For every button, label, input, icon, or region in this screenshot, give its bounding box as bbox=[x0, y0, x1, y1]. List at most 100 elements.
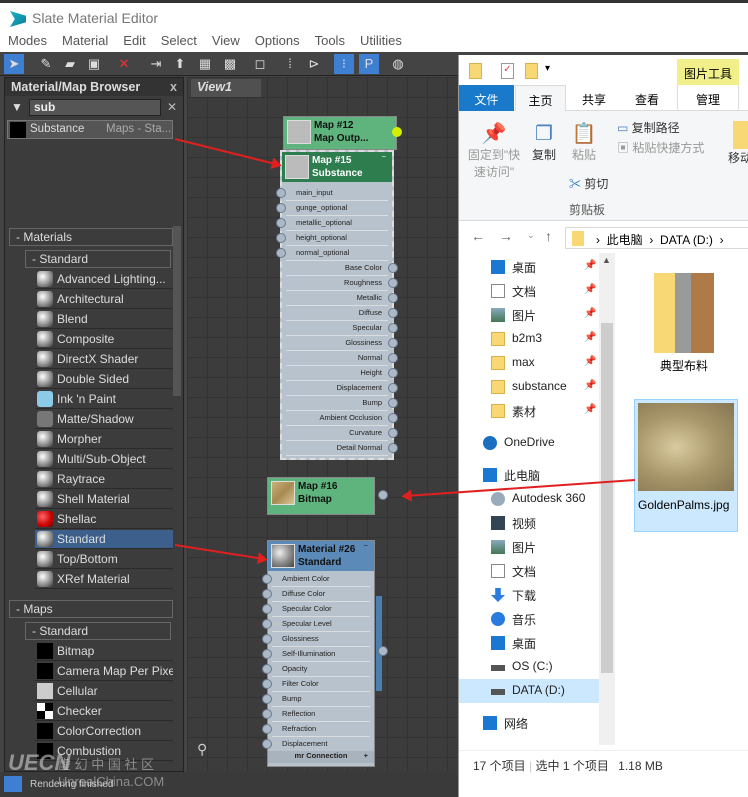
collapse-icon[interactable]: − bbox=[382, 152, 386, 161]
copy-button[interactable]: ❐ 复制 bbox=[527, 121, 561, 163]
materials-group[interactable]: - Materials bbox=[9, 228, 173, 246]
search-result-substance[interactable]: Substance Maps - Sta... bbox=[7, 120, 173, 139]
input-socket[interactable] bbox=[276, 233, 286, 243]
assign-to-selection-icon[interactable]: ▣ bbox=[84, 54, 104, 74]
material-item[interactable]: Composite bbox=[35, 330, 173, 349]
input-slot[interactable]: metallic_optional bbox=[276, 216, 388, 231]
menu-view[interactable]: View bbox=[204, 32, 247, 52]
show-map-icon[interactable]: ▦ bbox=[195, 54, 215, 74]
output-slot[interactable]: Metallic bbox=[286, 291, 398, 306]
folder-icon[interactable] bbox=[469, 63, 482, 79]
nav-item[interactable]: 视频 bbox=[459, 511, 599, 535]
material-item[interactable]: Matte/Shadow bbox=[35, 410, 173, 429]
nav-scroll-thumb[interactable] bbox=[601, 323, 613, 673]
paste-shortcut-button[interactable]: ▣ 粘贴快捷方式 bbox=[617, 139, 704, 156]
input-slot[interactable]: Displacement bbox=[262, 737, 370, 752]
material-item[interactable]: Multi/Sub-Object bbox=[35, 450, 173, 469]
input-slot[interactable]: Reflection bbox=[262, 707, 370, 722]
input-slot[interactable]: Specular Level bbox=[262, 617, 370, 632]
nav-item[interactable]: 下载 bbox=[459, 583, 599, 607]
collapse-icon[interactable]: − bbox=[364, 541, 368, 550]
map-item[interactable]: Cellular bbox=[35, 682, 173, 701]
nav-item[interactable]: DATA (D:) bbox=[459, 679, 599, 703]
tab-home[interactable]: 主页 bbox=[515, 85, 566, 112]
output-slot[interactable]: Roughness bbox=[286, 276, 398, 291]
nav-item[interactable]: 图片 bbox=[459, 535, 599, 559]
recent-dropdown-icon[interactable]: ⌄ bbox=[527, 230, 535, 241]
menu-options[interactable]: Options bbox=[247, 32, 307, 52]
menu-tools[interactable]: Tools bbox=[307, 32, 352, 52]
back-icon[interactable]: ← bbox=[471, 228, 485, 244]
tab-view[interactable]: 查看 bbox=[622, 85, 672, 111]
node26-output-socket[interactable] bbox=[378, 646, 388, 656]
material-item[interactable]: Advanced Lighting... bbox=[35, 270, 173, 289]
map-item[interactable]: Bitmap bbox=[35, 642, 173, 661]
copy-path-button[interactable]: ▭ 复制路径 bbox=[617, 119, 680, 136]
material-item[interactable]: Morpher bbox=[35, 430, 173, 449]
nav-item[interactable]: b2m3 📌 bbox=[459, 327, 599, 351]
tab-view1[interactable]: View1 bbox=[191, 79, 261, 97]
output-socket[interactable] bbox=[388, 443, 398, 453]
breadcrumb-data-d[interactable]: DATA (D:) bbox=[660, 233, 713, 247]
material-item[interactable]: Raytrace bbox=[35, 470, 173, 489]
input-socket[interactable] bbox=[262, 739, 272, 749]
nav-item[interactable]: 素材 📌 bbox=[459, 399, 599, 423]
output-socket[interactable] bbox=[388, 428, 398, 438]
input-socket[interactable] bbox=[262, 574, 272, 584]
input-socket[interactable] bbox=[276, 218, 286, 228]
material-item[interactable]: Blend bbox=[35, 310, 173, 329]
breadcrumb-this-pc[interactable]: 此电脑 bbox=[607, 233, 643, 247]
map-item[interactable]: Checker bbox=[35, 702, 173, 721]
scroll-up-icon[interactable]: ▲ bbox=[602, 255, 611, 265]
input-slot[interactable]: Ambient Color bbox=[262, 572, 370, 587]
clear-search-button[interactable]: ✕ bbox=[167, 100, 177, 114]
output-socket[interactable] bbox=[388, 338, 398, 348]
move-children-icon[interactable]: ⇥ bbox=[146, 54, 166, 74]
input-slot[interactable]: Opacity bbox=[262, 662, 370, 677]
nav-item[interactable]: substance 📌 bbox=[459, 375, 599, 399]
lay-out-all-icon[interactable]: ⁞ bbox=[280, 54, 300, 74]
address-bar[interactable]: › 此电脑 › DATA (D:) › bbox=[565, 227, 748, 249]
output-socket[interactable] bbox=[388, 353, 398, 363]
output-slot[interactable]: Ambient Occlusion bbox=[286, 411, 398, 426]
materials-standard-group[interactable]: - Standard bbox=[25, 250, 171, 268]
material-item[interactable]: Architectural bbox=[35, 290, 173, 309]
nav-item[interactable]: max 📌 bbox=[459, 351, 599, 375]
nav-item[interactable]: 图片 📌 bbox=[459, 303, 599, 327]
material-item[interactable]: Shellac bbox=[35, 510, 173, 529]
input-socket[interactable] bbox=[262, 679, 272, 689]
delete-icon[interactable]: ✕ bbox=[114, 54, 134, 74]
input-socket[interactable] bbox=[262, 649, 272, 659]
input-socket[interactable] bbox=[262, 724, 272, 734]
material-item[interactable]: Double Sided bbox=[35, 370, 173, 389]
material-item[interactable]: DirectX Shader bbox=[35, 350, 173, 369]
new-folder-icon[interactable] bbox=[525, 63, 538, 79]
output-slot[interactable]: Displacement bbox=[286, 381, 398, 396]
background-icon[interactable]: ▩ bbox=[220, 54, 240, 74]
browser-scrollbar[interactable] bbox=[173, 226, 181, 396]
node-map15-substance[interactable]: Map #15 Substance − main_input gunge_optio… bbox=[276, 150, 398, 460]
file-folder-fabric[interactable]: 典型布料 bbox=[644, 273, 724, 374]
output-socket[interactable] bbox=[388, 413, 398, 423]
input-slot[interactable]: Specular Color bbox=[262, 602, 370, 617]
binoculars-icon[interactable]: ⚲ bbox=[197, 741, 207, 758]
input-slot[interactable]: main_input bbox=[276, 186, 388, 201]
input-slot[interactable]: Glossiness bbox=[262, 632, 370, 647]
maps-standard-group[interactable]: - Standard bbox=[25, 622, 171, 640]
input-slot[interactable]: Diffuse Color bbox=[262, 587, 370, 602]
nav-item[interactable]: 音乐 bbox=[459, 607, 599, 631]
input-socket[interactable] bbox=[262, 664, 272, 674]
cut-button[interactable]: ✂ 剪切 bbox=[569, 175, 608, 192]
select-by-material-icon[interactable]: ◍ bbox=[388, 54, 408, 74]
input-socket[interactable] bbox=[262, 694, 272, 704]
nav-item[interactable]: OneDrive bbox=[459, 431, 599, 455]
maps-group[interactable]: - Maps bbox=[9, 600, 173, 618]
input-slot[interactable]: height_optional bbox=[276, 231, 388, 246]
material-item[interactable]: XRef Material bbox=[35, 570, 173, 589]
output-socket[interactable] bbox=[388, 308, 398, 318]
input-socket[interactable] bbox=[276, 203, 286, 213]
menu-edit[interactable]: Edit bbox=[115, 32, 152, 52]
output-socket[interactable] bbox=[388, 383, 398, 393]
browser-search-input[interactable]: sub bbox=[29, 99, 161, 116]
material-id-icon[interactable]: ◻ bbox=[250, 54, 270, 74]
